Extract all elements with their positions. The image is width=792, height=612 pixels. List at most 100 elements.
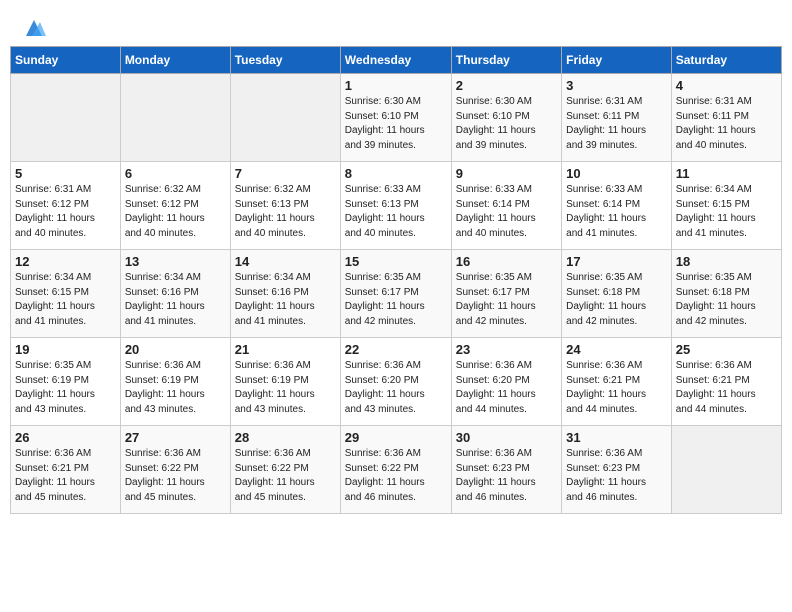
- page-header: [10, 10, 782, 44]
- day-number: 17: [566, 254, 667, 269]
- day-number: 28: [235, 430, 336, 445]
- day-detail: Sunrise: 6:30 AM Sunset: 6:10 PM Dayligh…: [345, 95, 447, 153]
- day-detail: Sunrise: 6:36 AM Sunset: 6:21 PM Dayligh…: [566, 359, 667, 417]
- weekday-header-row: SundayMondayTuesdayWednesdayThursdayFrid…: [11, 47, 782, 74]
- day-number: 22: [345, 342, 447, 357]
- calendar-cell: [230, 74, 340, 162]
- week-row-4: 19 Sunrise: 6:35 AM Sunset: 6:19 PM Dayli…: [11, 338, 782, 426]
- day-number: 4: [676, 78, 777, 93]
- calendar-cell: 25Sunrise: 6:36 AM Sunset: 6:21 PM Dayli…: [671, 338, 781, 426]
- logo: [20, 18, 46, 38]
- day-detail: Sunrise: 6:36 AM Sunset: 6:23 PM Dayligh…: [456, 447, 557, 505]
- week-row-2: 5 Sunrise: 6:31 AM Sunset: 6:12 PM Daylig…: [11, 162, 782, 250]
- day-detail: Sunrise: 6:34 AM Sunset: 6:16 PM Dayligh…: [235, 271, 336, 329]
- calendar-cell: 21 Sunrise: 6:36 AM Sunset: 6:19 PM Dayli…: [230, 338, 340, 426]
- day-number: 21: [235, 342, 336, 357]
- calendar-cell: 1 Sunrise: 6:30 AM Sunset: 6:10 PM Daylig…: [340, 74, 451, 162]
- calendar-cell: 10 Sunrise: 6:33 AM Sunset: 6:14 PM Dayli…: [562, 162, 672, 250]
- day-detail: Sunrise: 6:34 AM Sunset: 6:15 PM Dayligh…: [676, 183, 777, 241]
- calendar-cell: 6Sunrise: 6:32 AM Sunset: 6:12 PM Daylig…: [120, 162, 230, 250]
- weekday-header-saturday: Saturday: [671, 47, 781, 74]
- calendar-cell: 5 Sunrise: 6:31 AM Sunset: 6:12 PM Daylig…: [11, 162, 121, 250]
- day-number: 1: [345, 78, 447, 93]
- calendar-cell: 29 Sunrise: 6:36 AM Sunset: 6:22 PM Dayli…: [340, 426, 451, 514]
- day-detail: Sunrise: 6:32 AM Sunset: 6:13 PM Dayligh…: [235, 183, 336, 241]
- day-number: 29: [345, 430, 447, 445]
- day-number: 11: [676, 166, 777, 181]
- day-detail: Sunrise: 6:36 AM Sunset: 6:22 PM Dayligh…: [125, 447, 226, 505]
- day-number: 12: [15, 254, 116, 269]
- day-detail: Sunrise: 6:36 AM Sunset: 6:20 PM Dayligh…: [456, 359, 557, 417]
- day-detail: Sunrise: 6:33 AM Sunset: 6:13 PM Dayligh…: [345, 183, 447, 241]
- day-detail: Sunrise: 6:36 AM Sunset: 6:19 PM Dayligh…: [125, 359, 226, 417]
- logo-icon: [22, 18, 46, 38]
- calendar-cell: [671, 426, 781, 514]
- day-number: 20: [125, 342, 226, 357]
- day-number: 6: [125, 166, 226, 181]
- day-detail: Sunrise: 6:35 AM Sunset: 6:18 PM Dayligh…: [676, 271, 777, 329]
- day-number: 14: [235, 254, 336, 269]
- calendar-cell: [120, 74, 230, 162]
- calendar-cell: 15Sunrise: 6:35 AM Sunset: 6:17 PM Dayli…: [340, 250, 451, 338]
- day-number: 10: [566, 166, 667, 181]
- day-number: 26: [15, 430, 116, 445]
- day-detail: Sunrise: 6:36 AM Sunset: 6:20 PM Dayligh…: [345, 359, 447, 417]
- day-detail: Sunrise: 6:34 AM Sunset: 6:16 PM Dayligh…: [125, 271, 226, 329]
- day-detail: Sunrise: 6:31 AM Sunset: 6:11 PM Dayligh…: [566, 95, 667, 153]
- day-number: 18: [676, 254, 777, 269]
- day-detail: Sunrise: 6:30 AM Sunset: 6:10 PM Dayligh…: [456, 95, 557, 153]
- calendar-cell: 16 Sunrise: 6:35 AM Sunset: 6:17 PM Dayli…: [451, 250, 561, 338]
- calendar-cell: 26 Sunrise: 6:36 AM Sunset: 6:21 PM Dayli…: [11, 426, 121, 514]
- day-detail: Sunrise: 6:35 AM Sunset: 6:17 PM Dayligh…: [456, 271, 557, 329]
- day-number: 3: [566, 78, 667, 93]
- day-number: 30: [456, 430, 557, 445]
- day-detail: Sunrise: 6:31 AM Sunset: 6:11 PM Dayligh…: [676, 95, 777, 153]
- week-row-5: 26 Sunrise: 6:36 AM Sunset: 6:21 PM Dayli…: [11, 426, 782, 514]
- day-detail: Sunrise: 6:34 AM Sunset: 6:15 PM Dayligh…: [15, 271, 116, 329]
- day-detail: Sunrise: 6:35 AM Sunset: 6:18 PM Dayligh…: [566, 271, 667, 329]
- day-detail: Sunrise: 6:36 AM Sunset: 6:23 PM Dayligh…: [566, 447, 667, 505]
- calendar-cell: 23 Sunrise: 6:36 AM Sunset: 6:20 PM Dayli…: [451, 338, 561, 426]
- day-number: 19: [15, 342, 116, 357]
- day-detail: Sunrise: 6:36 AM Sunset: 6:21 PM Dayligh…: [15, 447, 116, 505]
- calendar-cell: 11 Sunrise: 6:34 AM Sunset: 6:15 PM Dayli…: [671, 162, 781, 250]
- calendar-cell: 12 Sunrise: 6:34 AM Sunset: 6:15 PM Dayli…: [11, 250, 121, 338]
- day-number: 31: [566, 430, 667, 445]
- calendar-cell: 14 Sunrise: 6:34 AM Sunset: 6:16 PM Dayli…: [230, 250, 340, 338]
- day-detail: Sunrise: 6:36 AM Sunset: 6:22 PM Dayligh…: [345, 447, 447, 505]
- weekday-header-sunday: Sunday: [11, 47, 121, 74]
- day-number: 5: [15, 166, 116, 181]
- calendar-cell: 9Sunrise: 6:33 AM Sunset: 6:14 PM Daylig…: [451, 162, 561, 250]
- weekday-header-thursday: Thursday: [451, 47, 561, 74]
- weekday-header-tuesday: Tuesday: [230, 47, 340, 74]
- calendar-cell: 3 Sunrise: 6:31 AM Sunset: 6:11 PM Daylig…: [562, 74, 672, 162]
- day-number: 7: [235, 166, 336, 181]
- day-number: 8: [345, 166, 447, 181]
- calendar-cell: 18 Sunrise: 6:35 AM Sunset: 6:18 PM Dayli…: [671, 250, 781, 338]
- day-number: 16: [456, 254, 557, 269]
- calendar-cell: 22 Sunrise: 6:36 AM Sunset: 6:20 PM Dayli…: [340, 338, 451, 426]
- day-number: 9: [456, 166, 557, 181]
- calendar-cell: 20 Sunrise: 6:36 AM Sunset: 6:19 PM Dayli…: [120, 338, 230, 426]
- weekday-header-wednesday: Wednesday: [340, 47, 451, 74]
- day-detail: Sunrise: 6:31 AM Sunset: 6:12 PM Dayligh…: [15, 183, 116, 241]
- day-number: 13: [125, 254, 226, 269]
- day-number: 2: [456, 78, 557, 93]
- day-detail: Sunrise: 6:33 AM Sunset: 6:14 PM Dayligh…: [566, 183, 667, 241]
- day-number: 24: [566, 342, 667, 357]
- calendar-cell: 8 Sunrise: 6:33 AM Sunset: 6:13 PM Daylig…: [340, 162, 451, 250]
- day-detail: Sunrise: 6:36 AM Sunset: 6:22 PM Dayligh…: [235, 447, 336, 505]
- calendar-table: SundayMondayTuesdayWednesdayThursdayFrid…: [10, 46, 782, 514]
- week-row-1: 1 Sunrise: 6:30 AM Sunset: 6:10 PM Daylig…: [11, 74, 782, 162]
- day-number: 23: [456, 342, 557, 357]
- calendar-cell: 17 Sunrise: 6:35 AM Sunset: 6:18 PM Dayli…: [562, 250, 672, 338]
- day-detail: Sunrise: 6:35 AM Sunset: 6:19 PM Dayligh…: [15, 359, 116, 417]
- calendar-cell: 31 Sunrise: 6:36 AM Sunset: 6:23 PM Dayli…: [562, 426, 672, 514]
- calendar-cell: 24 Sunrise: 6:36 AM Sunset: 6:21 PM Dayli…: [562, 338, 672, 426]
- day-number: 27: [125, 430, 226, 445]
- day-detail: Sunrise: 6:36 AM Sunset: 6:21 PM Dayligh…: [676, 359, 777, 417]
- day-detail: Sunrise: 6:36 AM Sunset: 6:19 PM Dayligh…: [235, 359, 336, 417]
- weekday-header-monday: Monday: [120, 47, 230, 74]
- calendar-cell: 27 Sunrise: 6:36 AM Sunset: 6:22 PM Dayli…: [120, 426, 230, 514]
- day-number: 15: [345, 254, 447, 269]
